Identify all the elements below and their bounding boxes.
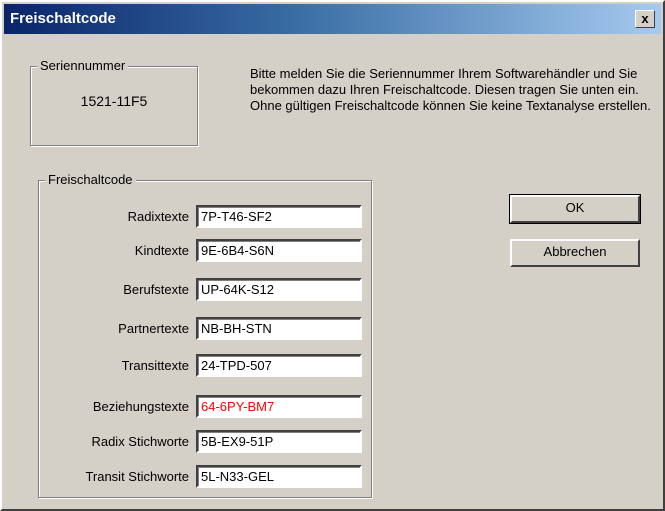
transittexte-field[interactable] [196,354,362,377]
info-text: Bitte melden Sie die Seriennummer Ihrem … [250,66,651,113]
ok-button[interactable]: OK [509,194,641,224]
transit-stichworte-field[interactable] [196,465,362,488]
radix-stichworte-field[interactable] [196,430,362,453]
label-beziehungstexte: Beziehungstexte [92,399,189,414]
label-radix-stichworte: Radix Stichworte [91,434,189,449]
window-title: Freischaltcode [10,10,116,27]
label-berufstexte: Berufstexte [123,282,189,297]
activation-code-legend: Freischaltcode [45,172,136,188]
partnertexte-field[interactable] [196,317,362,340]
title-bar[interactable]: Freischaltcode x [4,4,661,34]
activation-code-group: Freischaltcode Radixtexte Kindtexte Beru… [38,172,372,498]
serial-number-legend: Seriennummer [37,58,129,74]
close-button[interactable]: x [635,10,655,28]
label-transit-stichworte: Transit Stichworte [85,469,189,484]
close-icon: x [641,11,649,26]
serial-number-group: Seriennummer 1521-11F5 [30,58,198,146]
kindtexte-field[interactable] [196,239,362,262]
dialog-window: Freischaltcode x Seriennummer 1521-11F5 … [0,0,665,511]
label-transittexte: Transittexte [121,358,189,373]
radixtexte-field[interactable] [196,205,362,228]
label-radixtexte: Radixtexte [127,209,189,224]
berufstexte-field[interactable] [196,278,362,301]
beziehungstexte-field[interactable] [196,395,362,418]
cancel-button[interactable]: Abbrechen [510,239,640,267]
serial-number-value: 1521-11F5 [80,93,148,109]
label-partnertexte: Partnertexte [118,321,189,336]
label-kindtexte: Kindtexte [134,243,189,258]
